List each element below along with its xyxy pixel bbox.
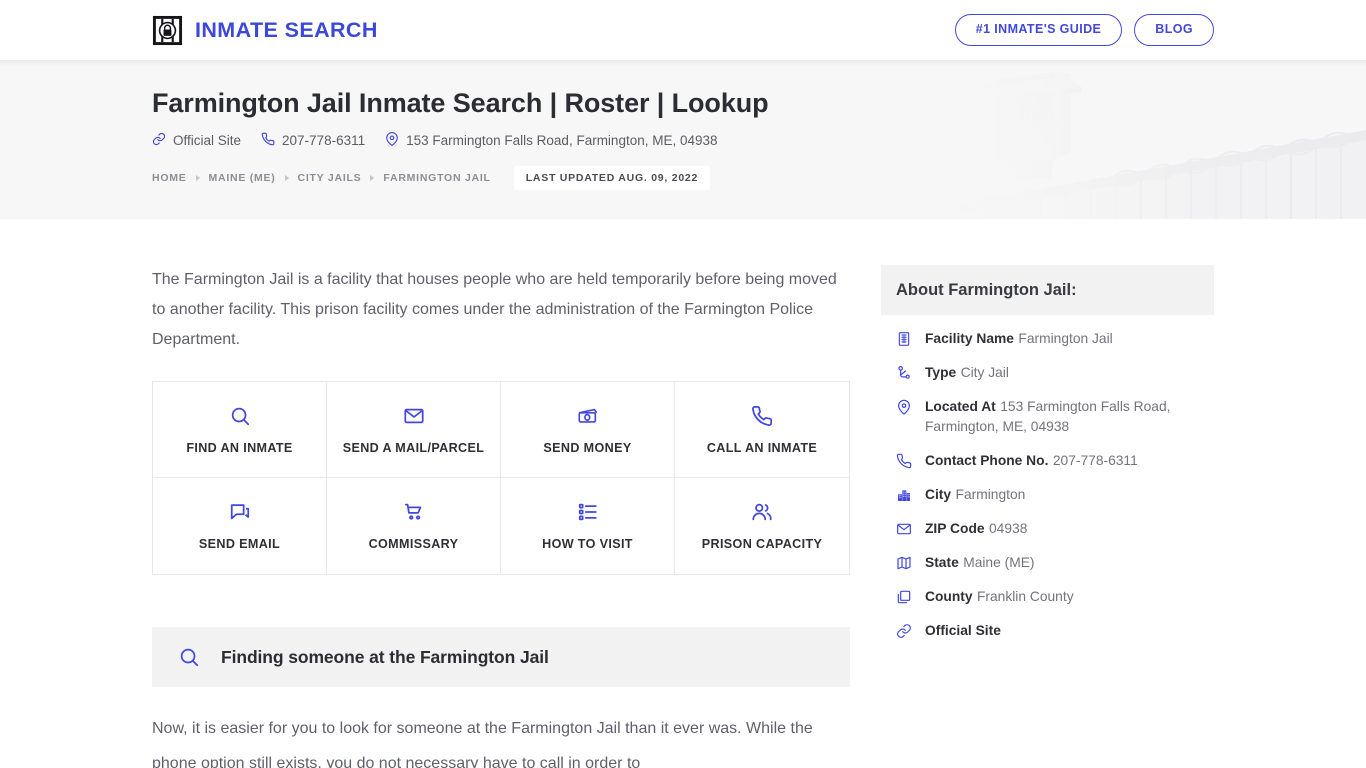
action-label: SEND A MAIL/PARCEL: [342, 440, 485, 455]
map-pin-icon: [385, 132, 399, 149]
action-how-to-visit[interactable]: HOW TO VISIT: [501, 478, 675, 574]
action-send-money[interactable]: SEND MONEY: [501, 382, 675, 478]
hero-official-site-label: Official Site: [173, 133, 242, 149]
about-item-label: City: [925, 487, 952, 502]
about-item-label: County: [925, 589, 973, 604]
last-updated-badge: LAST UPDATED AUG. 09, 2022: [513, 166, 711, 191]
about-item-label: Official Site: [925, 623, 1001, 638]
about-item-value: Franklin County: [976, 589, 1074, 604]
about-item-state: State Maine (ME): [895, 553, 1200, 573]
action-grid: FIND AN INMATE SEND A MAIL/PARCEL SEND M…: [152, 381, 850, 575]
money-icon: [577, 405, 599, 427]
hero-address[interactable]: 153 Farmington Falls Road, Farmington, M…: [385, 132, 718, 149]
action-label: COMMISSARY: [368, 537, 459, 551]
phone-icon: [261, 132, 275, 149]
chevron-right-icon: [370, 175, 375, 182]
chat-bubble-icon: [229, 501, 251, 523]
action-prison-capacity[interactable]: PRISON CAPACITY: [675, 478, 849, 574]
breadcrumb-item-current[interactable]: FARMINGTON JAIL: [383, 172, 490, 184]
blog-button[interactable]: BLOG: [1134, 14, 1214, 46]
about-item-type: Type City Jail: [895, 363, 1200, 383]
action-commissary[interactable]: COMMISSARY: [327, 478, 501, 574]
about-item-county: County Franklin County: [895, 587, 1200, 607]
section-paragraph: Now, it is easier for you to look for so…: [152, 720, 813, 768]
link-icon: [895, 621, 913, 641]
about-item-located-at: Located At 153 Farmington Falls Road, Fa…: [895, 397, 1200, 437]
action-send-a-mail-parcel[interactable]: SEND A MAIL/PARCEL: [327, 382, 501, 478]
about-item-official-site[interactable]: Official Site: [895, 621, 1200, 641]
hero-banner: Farmington Jail Inmate Search | Roster |…: [0, 60, 1366, 219]
map-pin-icon: [895, 397, 913, 437]
building-icon: [895, 329, 913, 349]
about-item-label: ZIP Code: [925, 521, 985, 536]
hero-address-label: 153 Farmington Falls Road, Farmington, M…: [406, 133, 718, 149]
list-icon: [577, 501, 599, 523]
about-item-value: City Jail: [960, 365, 1009, 380]
about-item-value: 207-778-6311: [1052, 453, 1138, 468]
about-item-label: Facility Name: [925, 331, 1014, 346]
about-card-header: About Farmington Jail:: [881, 265, 1214, 315]
action-label: CALL AN INMATE: [706, 440, 818, 455]
copy-icon: [895, 587, 913, 607]
city-icon: [895, 485, 913, 505]
hero-official-site[interactable]: Official Site: [152, 132, 241, 149]
breadcrumb-item-home[interactable]: HOME: [152, 172, 187, 184]
search-icon: [178, 646, 200, 668]
about-item-contact-phone: Contact Phone No. 207-778-6311: [895, 451, 1200, 471]
header-actions: #1 INMATE'S GUIDE BLOG: [954, 14, 1214, 46]
about-item-value: Farmington Jail: [1018, 331, 1113, 346]
phone-icon: [895, 451, 913, 471]
people-icon: [751, 501, 773, 523]
envelope-icon: [403, 405, 425, 427]
main-content: The Farmington Jail is a facility that h…: [152, 219, 850, 768]
about-item-label: Type: [925, 365, 957, 380]
about-list: Facility Name Farmington Jail Type City …: [881, 315, 1214, 641]
about-item-zip-code: ZIP Code 04938: [895, 519, 1200, 539]
breadcrumb-item-state[interactable]: MAINE (ME): [209, 172, 276, 184]
action-label: FIND AN INMATE: [186, 440, 293, 455]
hero-phone-label: 207-778-6311: [282, 133, 366, 149]
brand-name: INMATE SEARCH: [195, 17, 378, 42]
about-item-facility-name: Facility Name Farmington Jail: [895, 329, 1200, 349]
intro-paragraph: The Farmington Jail is a facility that h…: [152, 271, 837, 348]
about-item-label: State: [925, 555, 959, 570]
action-label: PRISON CAPACITY: [701, 537, 823, 551]
shopping-cart-icon: [403, 501, 425, 523]
action-send-email[interactable]: SEND EMAIL: [153, 478, 327, 574]
section-heading: Finding someone at the Farmington Jail: [221, 646, 549, 667]
page-body: The Farmington Jail is a facility that h…: [0, 219, 1366, 768]
action-label: SEND MONEY: [543, 440, 632, 455]
about-item-value: Farmington: [955, 487, 1026, 502]
envelope-icon: [895, 519, 913, 539]
action-call-an-inmate[interactable]: CALL AN INMATE: [675, 382, 849, 478]
action-label: HOW TO VISIT: [542, 537, 633, 551]
site-header: INMATE SEARCH #1 INMATE'S GUIDE BLOG: [0, 0, 1366, 66]
about-item-value: Maine (ME): [963, 555, 1035, 570]
sitemap-icon: [895, 363, 913, 383]
page-title: Farmington Jail Inmate Search | Roster |…: [152, 88, 769, 118]
action-label: SEND EMAIL: [198, 537, 281, 551]
inmates-guide-button[interactable]: #1 INMATE'S GUIDE: [954, 14, 1123, 46]
hero-meta: Official Site 207-778-6311 153 Farmingto…: [152, 132, 1214, 149]
about-item-label: Located At: [925, 399, 996, 414]
map-icon: [895, 553, 913, 573]
about-item-label: Contact Phone No.: [925, 453, 1049, 468]
about-card: About Farmington Jail: Facility Name Far…: [881, 265, 1214, 641]
breadcrumb: HOME MAINE (ME) CITY JAILS FARMINGTON JA…: [152, 166, 1214, 191]
hero-phone[interactable]: 207-778-6311: [261, 132, 365, 149]
about-item-value: 04938: [989, 521, 1028, 536]
breadcrumb-item-city-jails[interactable]: CITY JAILS: [298, 172, 362, 184]
about-sidebar: About Farmington Jail: Facility Name Far…: [881, 219, 1214, 655]
about-item-city: City Farmington: [895, 485, 1200, 505]
search-icon: [229, 405, 251, 427]
chevron-right-icon: [284, 175, 289, 182]
about-card-title: About Farmington Jail:: [896, 280, 1077, 299]
jail-window-lock-icon: [152, 15, 183, 46]
action-find-an-inmate[interactable]: FIND AN INMATE: [153, 382, 327, 478]
brand-logo-link[interactable]: INMATE SEARCH: [152, 15, 378, 46]
phone-icon: [751, 405, 773, 427]
link-icon: [152, 132, 166, 149]
section-heading-bar: Finding someone at the Farmington Jail: [152, 627, 850, 687]
chevron-right-icon: [195, 175, 200, 182]
